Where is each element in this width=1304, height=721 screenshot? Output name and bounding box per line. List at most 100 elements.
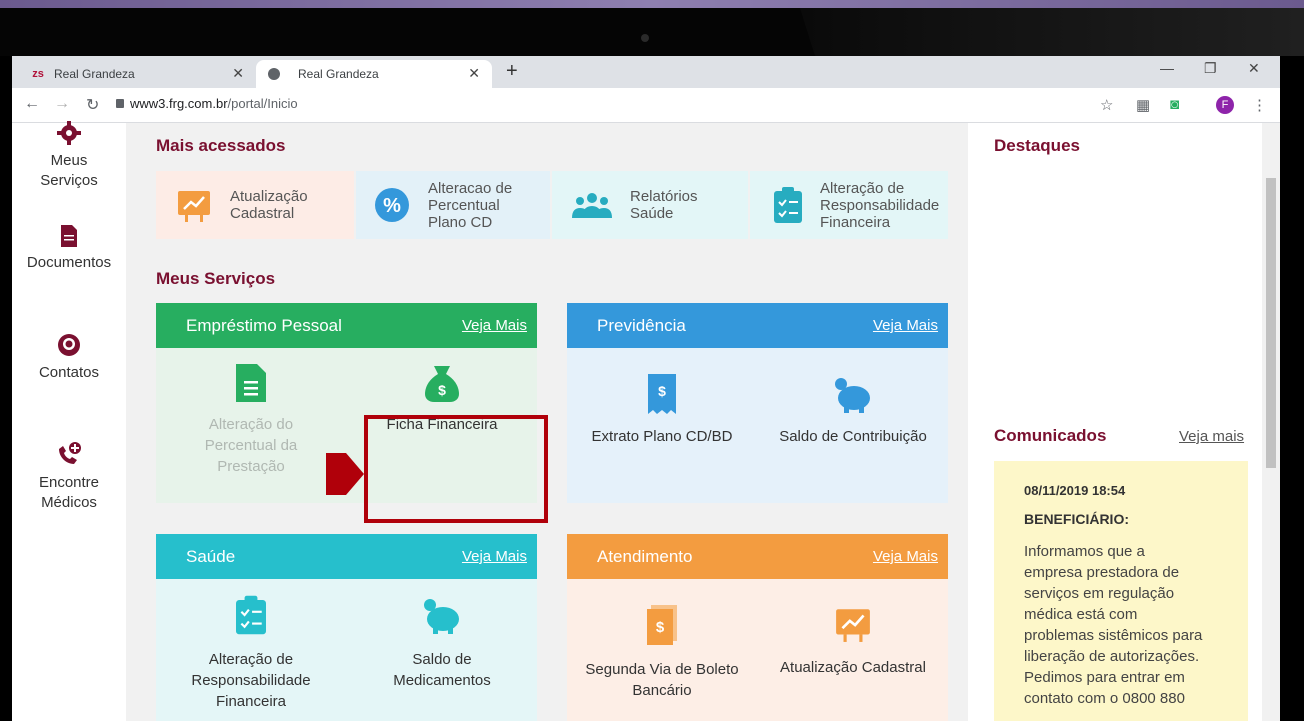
box-title: Previdência [597, 315, 686, 335]
box-title: Saúde [186, 546, 236, 566]
veja-mais-link[interactable]: Veja Mais [462, 548, 527, 565]
url-host: www3.frg.com.br [130, 96, 228, 111]
reload-icon[interactable]: ↻ [86, 95, 99, 115]
box-body: Alteração de Responsabilidade Financeira… [156, 579, 537, 721]
service-label: Alteração do [208, 416, 294, 433]
most-accessed-title: Mais acessados [156, 136, 286, 155]
tab-title: Real Grandeza [298, 67, 379, 81]
shortcut-alteracao-responsabilidade[interactable]: Alteração de Responsabilidade Financeira [750, 171, 948, 239]
back-icon[interactable]: ← [24, 95, 40, 113]
services-title: Meus Serviços [156, 269, 276, 288]
portal-page: Meus Serviços Documentos Contatos Encont… [12, 121, 1280, 721]
box-atendimento: Atendimento Veja Mais $ Segunda Via de B… [567, 534, 948, 721]
box-saude: Saúde Veja Mais Alteração de Responsabil… [156, 534, 537, 721]
sidebar-label: Encontre [38, 474, 100, 491]
chart-board-icon [836, 609, 870, 642]
sidebar-label: Meus [50, 152, 88, 169]
clipboard-check-icon [774, 187, 802, 223]
browser-tab-1[interactable]: zs Real Grandeza ✕ [20, 60, 256, 88]
sidebar-item-documentos[interactable]: Documentos [12, 225, 126, 273]
annotation-arrow-icon [326, 453, 364, 495]
close-tab-icon[interactable]: ✕ [232, 65, 244, 82]
new-tab-icon[interactable]: + [506, 60, 518, 83]
real-grandeza-favicon: zs [32, 68, 44, 80]
notices-title: Comunicados [994, 426, 1107, 445]
shortcut-label: Financeira [820, 213, 891, 231]
scrollbar-thumb[interactable] [1266, 178, 1276, 468]
notices-veja-mais-link[interactable]: Veja mais [1179, 428, 1244, 445]
notice-line: contato com o 0800 880 [1024, 690, 1185, 707]
service-atualizacao-cadastral[interactable]: Atualização Cadastral [758, 579, 948, 721]
browser-window: zs Real Grandeza ✕ Real Grandeza ✕ + — ❐… [12, 56, 1280, 721]
sidebar-item-encontre-medicos[interactable]: Encontre Médicos [12, 441, 126, 513]
lock-icon [116, 99, 124, 108]
annotation-highlight-box [364, 415, 548, 523]
service-label: Responsabilidade [191, 672, 311, 689]
box-title: Atendimento [597, 546, 693, 566]
service-segunda-via-boleto[interactable]: $ Segunda Via de Boleto Bancário [567, 579, 757, 721]
service-alteracao-responsabilidade[interactable]: Alteração de Responsabilidade Financeira [156, 579, 346, 721]
piggy-bank-icon [835, 378, 870, 413]
sidebar-item-contatos[interactable]: Contatos [12, 333, 126, 383]
bookmark-star-icon[interactable]: ☆ [1100, 96, 1113, 114]
svg-text:$: $ [658, 383, 666, 399]
service-label: Segunda Via de Boleto [585, 661, 739, 678]
box-header: Previdência Veja Mais [567, 303, 948, 348]
chart-board-icon [178, 191, 210, 222]
document-list-icon [236, 364, 266, 402]
service-label: Alteração de [208, 651, 294, 668]
veja-mais-link[interactable]: Veja Mais [873, 317, 938, 334]
box-title: Empréstimo Pessoal [186, 315, 342, 335]
receipt-icon: $ [648, 374, 676, 414]
notice-line: problemas sistêmicos para [1024, 627, 1203, 644]
grid-extension-icon[interactable]: ▦ [1136, 96, 1150, 114]
minimize-icon[interactable]: — [1160, 60, 1174, 76]
service-label: Extrato Plano CD/BD [591, 428, 733, 445]
shortcut-label: Plano CD [428, 213, 493, 231]
svg-text:$: $ [438, 382, 446, 398]
gear-icon [57, 121, 81, 145]
notice-heading: BENEFICIÁRIO: [1024, 511, 1129, 527]
headset-icon [58, 334, 80, 356]
veja-mais-link[interactable]: Veja Mais [462, 317, 527, 334]
sidebar-item-meus-servicos[interactable]: Meus Serviços [12, 121, 126, 191]
page-scrollbar[interactable] [1262, 123, 1280, 721]
service-label: Saldo de Contribuição [779, 428, 927, 445]
notice-card[interactable]: 08/11/2019 18:54 BENEFICIÁRIO: Informamo… [994, 461, 1248, 721]
url-path: /portal/Inicio [227, 96, 298, 111]
shortcut-relatorios-saude[interactable]: Relatórios Saúde [552, 171, 748, 239]
service-saldo-medicamentos[interactable]: Saldo de Medicamentos [347, 579, 537, 721]
restore-icon[interactable]: ❐ [1204, 60, 1217, 77]
percent-icon: % [375, 188, 409, 222]
clipboard-check-icon [236, 595, 266, 635]
menu-dots-icon[interactable]: ⋮ [1252, 96, 1267, 114]
shortcut-alteracao-percentual[interactable]: % Alteracao de Percentual Plano CD [356, 171, 550, 239]
sidebar-label: Serviços [40, 172, 98, 189]
close-window-icon[interactable]: ✕ [1248, 60, 1260, 77]
service-label: Saldo de [412, 651, 472, 668]
shortcut-label: Alteração de [820, 179, 905, 197]
profile-avatar[interactable]: F [1216, 96, 1234, 114]
browser-tab-2-active[interactable]: Real Grandeza ✕ [256, 60, 492, 88]
right-panel: Destaques Comunicados Veja mais 08/11/20… [968, 123, 1262, 721]
box-header: Atendimento Veja Mais [567, 534, 948, 579]
address-bar: ← → ↻ www3.frg.com.br/portal/Inicio ☆ ▦ … [12, 88, 1280, 123]
globe-icon [268, 68, 280, 80]
piggy-bank-icon [424, 599, 459, 634]
shortcut-label: Saúde [630, 205, 674, 222]
extension-icon[interactable]: ◙ [1170, 96, 1179, 113]
close-tab-icon[interactable]: ✕ [468, 65, 480, 82]
notice-line: Informamos que a [1024, 543, 1145, 560]
sidebar-label: Médicos [41, 494, 97, 511]
shortcut-atualizacao-cadastral[interactable]: Atualização Cadastral [156, 171, 354, 239]
service-extrato-plano[interactable]: $ Extrato Plano CD/BD [567, 348, 757, 503]
service-alteracao-percentual-prestacao[interactable]: Alteração do Percentual da Prestação [156, 348, 346, 503]
forward-icon[interactable]: → [54, 95, 70, 113]
service-saldo-contribuicao[interactable]: Saldo de Contribuição [758, 348, 948, 503]
shortcut-label: Responsabilidade [820, 196, 940, 214]
url-field[interactable]: www3.frg.com.br/portal/Inicio [130, 96, 298, 111]
main-content: Mais acessados Atualização Cadastral % Al… [126, 123, 968, 721]
sidebar: Meus Serviços Documentos Contatos Encont… [12, 121, 126, 721]
veja-mais-link[interactable]: Veja Mais [873, 548, 938, 565]
service-label: Financeira [215, 693, 287, 710]
